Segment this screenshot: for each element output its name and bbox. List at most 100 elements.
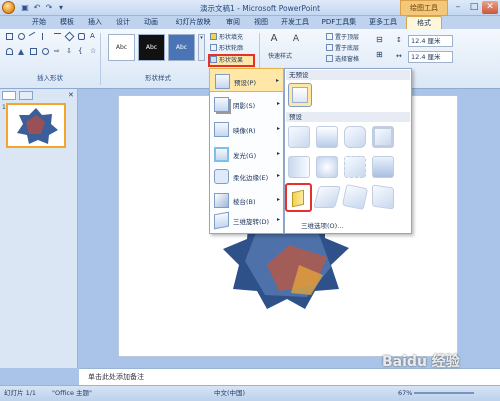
preset-5[interactable]	[288, 156, 310, 178]
preset-4[interactable]	[372, 126, 394, 148]
status-theme: "Office 主题"	[52, 389, 93, 397]
notes-placeholder[interactable]: 单击此处添加备注	[88, 372, 144, 382]
width-field[interactable]: 12.4 厘米	[408, 51, 453, 63]
bevel-icon	[214, 193, 229, 208]
style-more-icon[interactable]: ▾	[198, 34, 205, 61]
text-box-icon[interactable]: A	[90, 33, 97, 40]
close-icon[interactable]: ✕	[482, 1, 498, 14]
style-thumbnail-dark[interactable]: Abc	[138, 34, 165, 61]
tab-more-tools[interactable]: 更多工具	[366, 16, 400, 29]
text-outline-icon[interactable]: A	[286, 34, 306, 46]
tab-review[interactable]: 审阅	[222, 16, 244, 29]
tab-design[interactable]: 设计	[112, 16, 134, 29]
oval-icon[interactable]	[18, 33, 25, 40]
vline-icon[interactable]	[42, 33, 49, 40]
3d-options-link[interactable]: 三维选项(O)...	[285, 219, 411, 233]
save-icon[interactable]: ▣	[20, 3, 30, 13]
shape-fill-button[interactable]: 形状填充	[210, 33, 243, 43]
height-icon: ↕	[396, 36, 402, 44]
preset-1[interactable]	[288, 126, 310, 148]
shape-effects-button[interactable]: 形状效果	[208, 54, 255, 67]
preset-6[interactable]	[316, 156, 338, 178]
triangle-icon[interactable]	[18, 48, 24, 55]
preset-3[interactable]	[344, 126, 366, 148]
window-title: 演示文稿1 - Microsoft PowerPoint	[200, 4, 321, 13]
zoom-level[interactable]: 67%	[398, 386, 412, 401]
maximize-icon[interactable]: □	[466, 1, 482, 14]
status-bar: 幻灯片 1/1 "Office 主题" 中文(中国) 67%	[0, 385, 500, 401]
bring-forward-button[interactable]: 置于顶层	[326, 33, 359, 43]
style-thumbnail-blue[interactable]: Abc	[168, 34, 195, 61]
send-backward-icon	[326, 44, 333, 51]
outline-tab-icon[interactable]	[19, 91, 33, 100]
preset-12[interactable]	[372, 184, 394, 210]
preset-11[interactable]	[341, 183, 369, 211]
tab-format[interactable]: 格式	[406, 16, 442, 29]
no-preset-header: 无预设	[286, 70, 410, 80]
group-icon[interactable]: ⊞	[376, 50, 386, 62]
arrow-right-icon[interactable]: ⇨	[54, 48, 61, 55]
menu-item-3d-rotation[interactable]: 三维旋转(D) ▸	[209, 208, 284, 234]
tab-insert[interactable]: 插入	[84, 16, 106, 29]
quick-styles-button[interactable]: 快速样式	[262, 52, 298, 62]
preset-9-selected[interactable]	[285, 183, 312, 212]
watermark-logo: Baidu 经验	[382, 354, 460, 370]
status-slide: 幻灯片 1/1	[4, 389, 37, 397]
reflection-icon	[214, 122, 229, 137]
tab-view[interactable]: 视图	[250, 16, 272, 29]
tab-developer[interactable]: 开发工具	[278, 16, 312, 29]
star-icon[interactable]: ☆	[90, 48, 97, 55]
tab-slideshow[interactable]: 幻灯片放映	[170, 16, 216, 29]
menu-item-soft-edges[interactable]: 柔化边缘(E) ▸	[209, 164, 284, 190]
text-fill-icon[interactable]: A	[264, 33, 284, 47]
slide-thumbnail[interactable]	[6, 103, 66, 148]
tab-animation[interactable]: 动画	[140, 16, 162, 29]
height-field[interactable]: 12.4 厘米	[408, 35, 453, 47]
slides-tab-icon[interactable]	[2, 91, 16, 100]
office-button[interactable]	[2, 1, 15, 14]
bring-forward-icon	[326, 33, 333, 40]
thumbnail-shape	[17, 108, 58, 144]
group-insert-shapes: 插入形状	[37, 74, 63, 82]
shapes-gallery[interactable]: A ⇨ ⇩ { ☆	[6, 31, 97, 61]
redo-icon[interactable]: ↷	[44, 3, 54, 13]
preset-7[interactable]	[344, 156, 366, 178]
rect2-icon[interactable]	[30, 48, 37, 55]
menu-item-preset[interactable]: 预设(P) ▸	[209, 68, 284, 92]
circle-icon[interactable]	[42, 48, 49, 55]
rounded-rect-icon[interactable]	[78, 33, 85, 40]
zoom-slider[interactable]	[414, 392, 474, 394]
shape-outline-button[interactable]: 形状轮廓	[210, 44, 243, 54]
selection-pane-button[interactable]: 选择窗格	[326, 55, 359, 65]
preset-9-shape	[292, 189, 304, 208]
minimize-icon[interactable]: –	[450, 1, 466, 14]
undo-icon[interactable]: ↶	[32, 3, 42, 13]
preset-8[interactable]	[372, 156, 394, 178]
fill-icon	[210, 33, 217, 40]
tab-home[interactable]: 开始	[28, 16, 50, 29]
pane-close-icon[interactable]: ✕	[68, 91, 76, 100]
preset-2[interactable]	[316, 126, 338, 148]
customize-icon[interactable]: ▾	[56, 3, 66, 13]
arc-icon[interactable]	[6, 48, 13, 55]
selection-pane-icon	[326, 55, 333, 62]
hline-icon[interactable]	[54, 33, 61, 40]
drawing-tools-context: 绘图工具	[400, 0, 448, 16]
status-lang: 中文(中国)	[214, 389, 246, 397]
preset-icon	[215, 74, 230, 89]
menu-item-shadow[interactable]: 阴影(S) ▸	[209, 92, 284, 118]
brace-icon[interactable]: {	[78, 48, 85, 55]
align-icon[interactable]: ⊟	[376, 35, 386, 47]
shadow-icon	[214, 97, 229, 112]
send-backward-button[interactable]: 置于底层	[326, 44, 359, 54]
preset-header: 预设	[286, 112, 410, 122]
tab-pdf-tools[interactable]: PDF工具集	[318, 16, 360, 29]
rectangle-icon[interactable]	[6, 33, 13, 40]
group-shape-styles: 形状样式	[145, 74, 171, 82]
menu-item-reflection[interactable]: 映像(R) ▸	[209, 117, 284, 143]
tab-templates[interactable]: 模板	[56, 16, 78, 29]
style-thumbnail-light[interactable]: Abc	[108, 34, 135, 61]
arrow-down-icon[interactable]: ⇩	[66, 48, 73, 55]
diamond-icon[interactable]	[64, 31, 75, 42]
line-icon[interactable]	[28, 31, 39, 42]
